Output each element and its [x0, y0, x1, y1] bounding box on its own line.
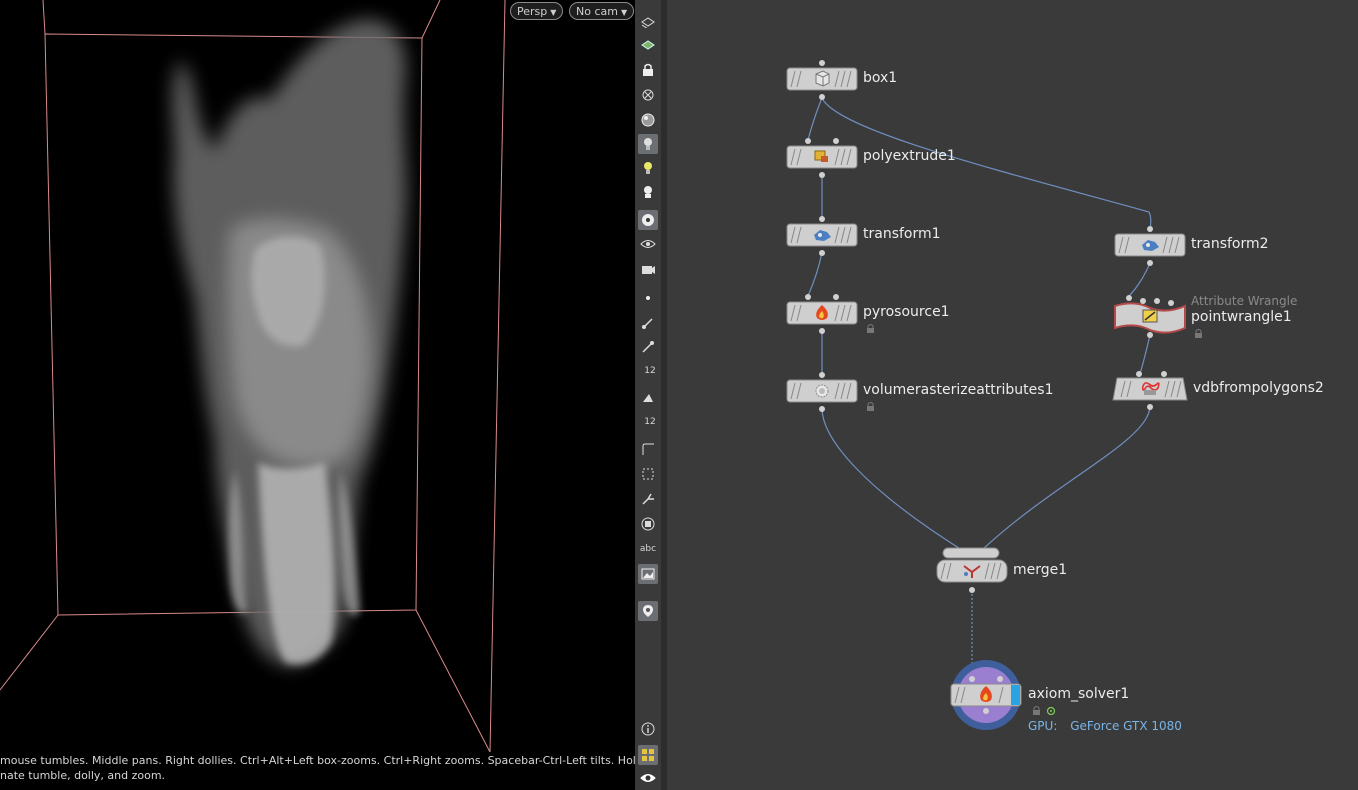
node-transform1[interactable] [786, 216, 858, 256]
node-label-box1[interactable]: box1 [863, 70, 897, 86]
node-label-pyrosource1[interactable]: pyrosource1 [863, 304, 950, 320]
status-line-1: mouse tumbles. Middle pans. Right dollie… [0, 754, 635, 767]
visibility-eye-icon[interactable] [638, 234, 658, 254]
node-vdbfrompolygons2[interactable] [1112, 371, 1188, 410]
primitive-numbers-label: 12 [644, 417, 656, 427]
smoke-volume [172, 19, 407, 666]
ghost-geometry-icon[interactable] [638, 35, 658, 55]
bounding-box-icon[interactable] [638, 464, 658, 484]
text-annotation-icon[interactable]: abc [638, 539, 658, 559]
status-line-2: nate tumble, dolly, and zoom. [0, 769, 166, 782]
node-merge1[interactable] [936, 547, 1008, 593]
chevron-down-icon: ▼ [620, 8, 628, 17]
lock-icon[interactable] [638, 60, 658, 80]
node-label-transform2[interactable]: transform2 [1191, 236, 1269, 252]
radiation-shading-icon[interactable] [638, 210, 658, 230]
point-normals-icon[interactable] [638, 313, 658, 333]
location-marker-icon[interactable] [638, 601, 658, 621]
gpu-value: GeForce GTX 1080 [1070, 719, 1182, 733]
hide-other-objects-icon[interactable] [638, 85, 658, 105]
node-pyrosource1[interactable] [786, 294, 858, 334]
background-image-icon[interactable] [638, 564, 658, 584]
viewport-layout-icon[interactable] [638, 745, 658, 765]
box-icon [815, 70, 830, 87]
viewport-canvas[interactable] [0, 0, 635, 790]
volume-rasterize-icon [815, 384, 829, 398]
camera-view-icon[interactable] [638, 259, 658, 279]
text-annotation-label: abc [639, 544, 657, 554]
point-display-icon[interactable] [638, 288, 658, 308]
display-eye-icon[interactable] [638, 768, 658, 788]
perspective-label: Persp [517, 5, 548, 18]
network-editor[interactable]: box1 polyextrude1 transform1 pyrosource1… [667, 0, 1358, 790]
lock-icon [867, 324, 874, 333]
camera-menu-button[interactable]: No cam ▼ [569, 2, 635, 20]
node-polyextrude1[interactable] [786, 138, 858, 178]
primitive-display-icon[interactable] [638, 388, 658, 408]
edge-display-icon[interactable] [638, 439, 658, 459]
point-numbers-icon[interactable]: 12 [638, 361, 658, 381]
primitive-normals-icon[interactable] [638, 337, 658, 357]
node-pointwrangle1[interactable] [1114, 295, 1186, 338]
node-volumerasterizeattributes1[interactable] [786, 372, 858, 412]
skeleton-icon[interactable] [638, 182, 658, 202]
scene-viewport[interactable]: Persp ▼ No cam ▼ mouse tumbles. Middle pan… [0, 0, 635, 790]
origin-gnomon-icon[interactable] [638, 489, 658, 509]
viewport-toolbar: 12 12 abc [635, 0, 662, 790]
lock-icon [867, 402, 874, 411]
node-type-label: Attribute Wrangle [1191, 294, 1298, 308]
node-label-polyextrude1[interactable]: polyextrude1 [863, 148, 956, 164]
node-label-volumerasterizeattributes1[interactable]: volumerasterizeattributes1 [863, 382, 1053, 398]
time-dependent-icon [1046, 706, 1056, 716]
lock-icon [1033, 706, 1040, 715]
gpu-label: GPU: [1028, 719, 1058, 733]
node-axiom-solver1[interactable] [950, 660, 1022, 730]
info-icon[interactable] [638, 719, 658, 739]
node-transform2[interactable] [1114, 226, 1186, 266]
light-bulb-icon[interactable] [638, 158, 658, 178]
node-label-merge1[interactable]: merge1 [1013, 562, 1067, 578]
primitive-numbers-icon[interactable]: 12 [638, 412, 658, 432]
perspective-menu-button[interactable]: Persp ▼ [510, 2, 564, 20]
point-numbers-label: 12 [644, 366, 656, 376]
node-label-transform1[interactable]: transform1 [863, 226, 941, 242]
node-label-axiom-solver1[interactable]: axiom_solver1 [1028, 686, 1129, 702]
node-label-vdbfrompolygons2[interactable]: vdbfrompolygons2 [1193, 380, 1324, 396]
node-label-pointwrangle1[interactable]: pointwrangle1 [1191, 309, 1292, 325]
shading-sphere-icon[interactable] [638, 110, 658, 130]
chevron-down-icon: ▼ [550, 8, 557, 17]
display-options-icon[interactable] [638, 12, 658, 32]
wrangle-icon [1142, 309, 1158, 323]
display-settings-icon[interactable] [638, 514, 658, 534]
node-box1[interactable] [786, 60, 858, 100]
lock-icon [1195, 329, 1202, 338]
camera-label: No cam [576, 5, 618, 18]
viewport-status-text: mouse tumbles. Middle pans. Right dollie… [0, 753, 635, 783]
headlight-icon[interactable] [638, 134, 658, 154]
gpu-info: GPU: GeForce GTX 1080 [1028, 719, 1182, 733]
